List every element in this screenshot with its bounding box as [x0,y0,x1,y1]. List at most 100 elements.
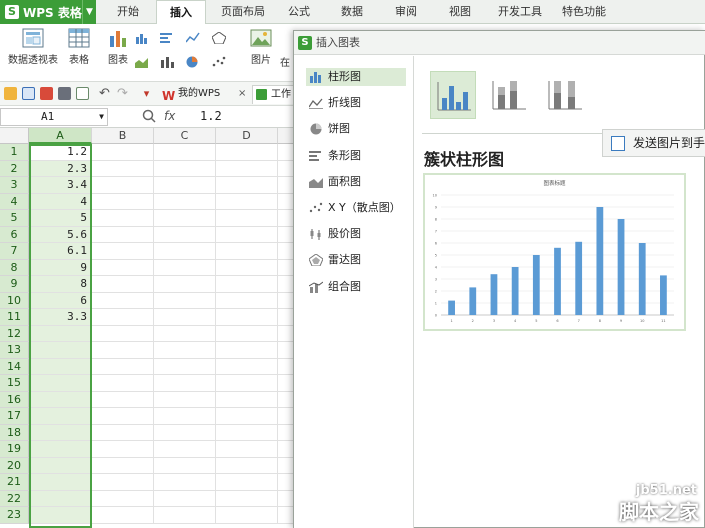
cell[interactable]: 5 [29,210,92,227]
cell[interactable] [154,391,216,408]
row-header[interactable]: 19 [0,441,29,458]
row-header[interactable]: 13 [0,342,29,359]
cell[interactable] [154,243,216,260]
row-header[interactable]: 5 [0,210,29,227]
table-button[interactable]: 表格 [64,28,94,66]
cell[interactable] [216,177,278,194]
cell[interactable] [92,375,154,392]
row-header[interactable]: 8 [0,259,29,276]
cell[interactable] [154,325,216,342]
cell[interactable]: 1.2 [29,144,92,161]
cell[interactable] [92,243,154,260]
cell[interactable]: 9 [29,259,92,276]
cell[interactable] [216,342,278,359]
scatter-chart-small-icon[interactable] [212,56,226,68]
row-header[interactable]: 7 [0,243,29,260]
area-chart-small-icon[interactable] [135,56,149,68]
cell[interactable] [92,391,154,408]
name-box[interactable]: A1 ▼ [0,108,108,126]
cell[interactable] [92,292,154,309]
save-icon[interactable] [22,87,35,100]
cell[interactable] [154,177,216,194]
chevron-down-icon[interactable]: ▼ [99,109,104,125]
row-header[interactable]: 9 [0,276,29,293]
cell[interactable] [92,474,154,491]
cell[interactable] [92,144,154,161]
cell[interactable] [92,259,154,276]
cell[interactable] [154,292,216,309]
cell[interactable] [92,507,154,524]
cell[interactable] [29,424,92,441]
cell[interactable] [154,375,216,392]
row-header[interactable]: 21 [0,474,29,491]
column-header[interactable]: D [216,128,278,144]
cell[interactable] [92,424,154,441]
row-header[interactable]: 12 [0,325,29,342]
cell[interactable] [29,490,92,507]
row-header[interactable]: 15 [0,375,29,392]
cell[interactable]: 3.4 [29,177,92,194]
cell[interactable] [216,160,278,177]
cell[interactable] [92,193,154,210]
chart-type-item[interactable]: X Y（散点图） [306,199,406,217]
chart-type-item[interactable]: 折线图 [306,94,406,112]
cell[interactable] [29,325,92,342]
cell[interactable] [216,210,278,227]
row-header[interactable]: 3 [0,177,29,194]
open-folder-icon[interactable] [4,87,17,100]
close-icon[interactable]: × [238,85,246,103]
cell[interactable] [216,309,278,326]
row-header[interactable]: 23 [0,507,29,524]
tab-review[interactable]: 审阅 [384,0,428,24]
tab-data[interactable]: 数据 [330,0,374,24]
cell[interactable] [216,424,278,441]
column-header[interactable]: B [92,128,154,144]
select-all-corner[interactable] [0,128,29,144]
doc-tab-workbook[interactable]: 工作 [252,85,296,104]
cell[interactable] [29,358,92,375]
cell[interactable] [29,474,92,491]
cell[interactable] [216,193,278,210]
cell[interactable] [154,342,216,359]
cell[interactable] [216,375,278,392]
cell[interactable] [154,226,216,243]
cell[interactable] [216,226,278,243]
cell[interactable] [154,441,216,458]
chart-type-item[interactable]: 条形图 [306,147,406,165]
undo-icon[interactable]: ↶ [98,87,111,100]
tab-features[interactable]: 特色功能 [556,0,612,24]
dialog-title-bar[interactable]: S 插入图表 [294,31,705,55]
cell[interactable] [216,408,278,425]
cell[interactable] [216,457,278,474]
cell[interactable] [29,375,92,392]
row-header[interactable]: 6 [0,226,29,243]
percent-stacked-column-option[interactable] [542,71,588,119]
tab-page-layout[interactable]: 页面布局 [212,0,274,24]
stacked-column-option[interactable] [486,71,532,119]
cell[interactable] [92,457,154,474]
pivot-table-button[interactable]: 数据透视表 [6,28,60,66]
cell[interactable] [92,309,154,326]
chart-type-item[interactable]: 柱形图 [306,68,406,86]
cell[interactable] [29,457,92,474]
cell[interactable] [154,210,216,227]
cell[interactable] [216,276,278,293]
tab-view[interactable]: 视图 [438,0,482,24]
print-icon[interactable] [58,87,71,100]
column-header[interactable]: A [29,128,92,144]
cell[interactable] [92,226,154,243]
redo-icon[interactable]: ↷ [116,87,129,100]
cell[interactable] [92,342,154,359]
cell[interactable] [154,424,216,441]
chart-type-item[interactable]: 股价图 [306,225,406,243]
cell[interactable]: 6 [29,292,92,309]
cell[interactable] [216,325,278,342]
pie-chart-small-icon[interactable] [186,56,200,68]
row-header[interactable]: 22 [0,490,29,507]
cell[interactable]: 3.3 [29,309,92,326]
wps-menu-button[interactable]: S WPS 表格 ▼ [0,0,96,24]
customize-arrow-icon[interactable]: ▾ [140,87,153,100]
cell[interactable]: 5.6 [29,226,92,243]
cell[interactable] [154,474,216,491]
cell[interactable] [154,358,216,375]
